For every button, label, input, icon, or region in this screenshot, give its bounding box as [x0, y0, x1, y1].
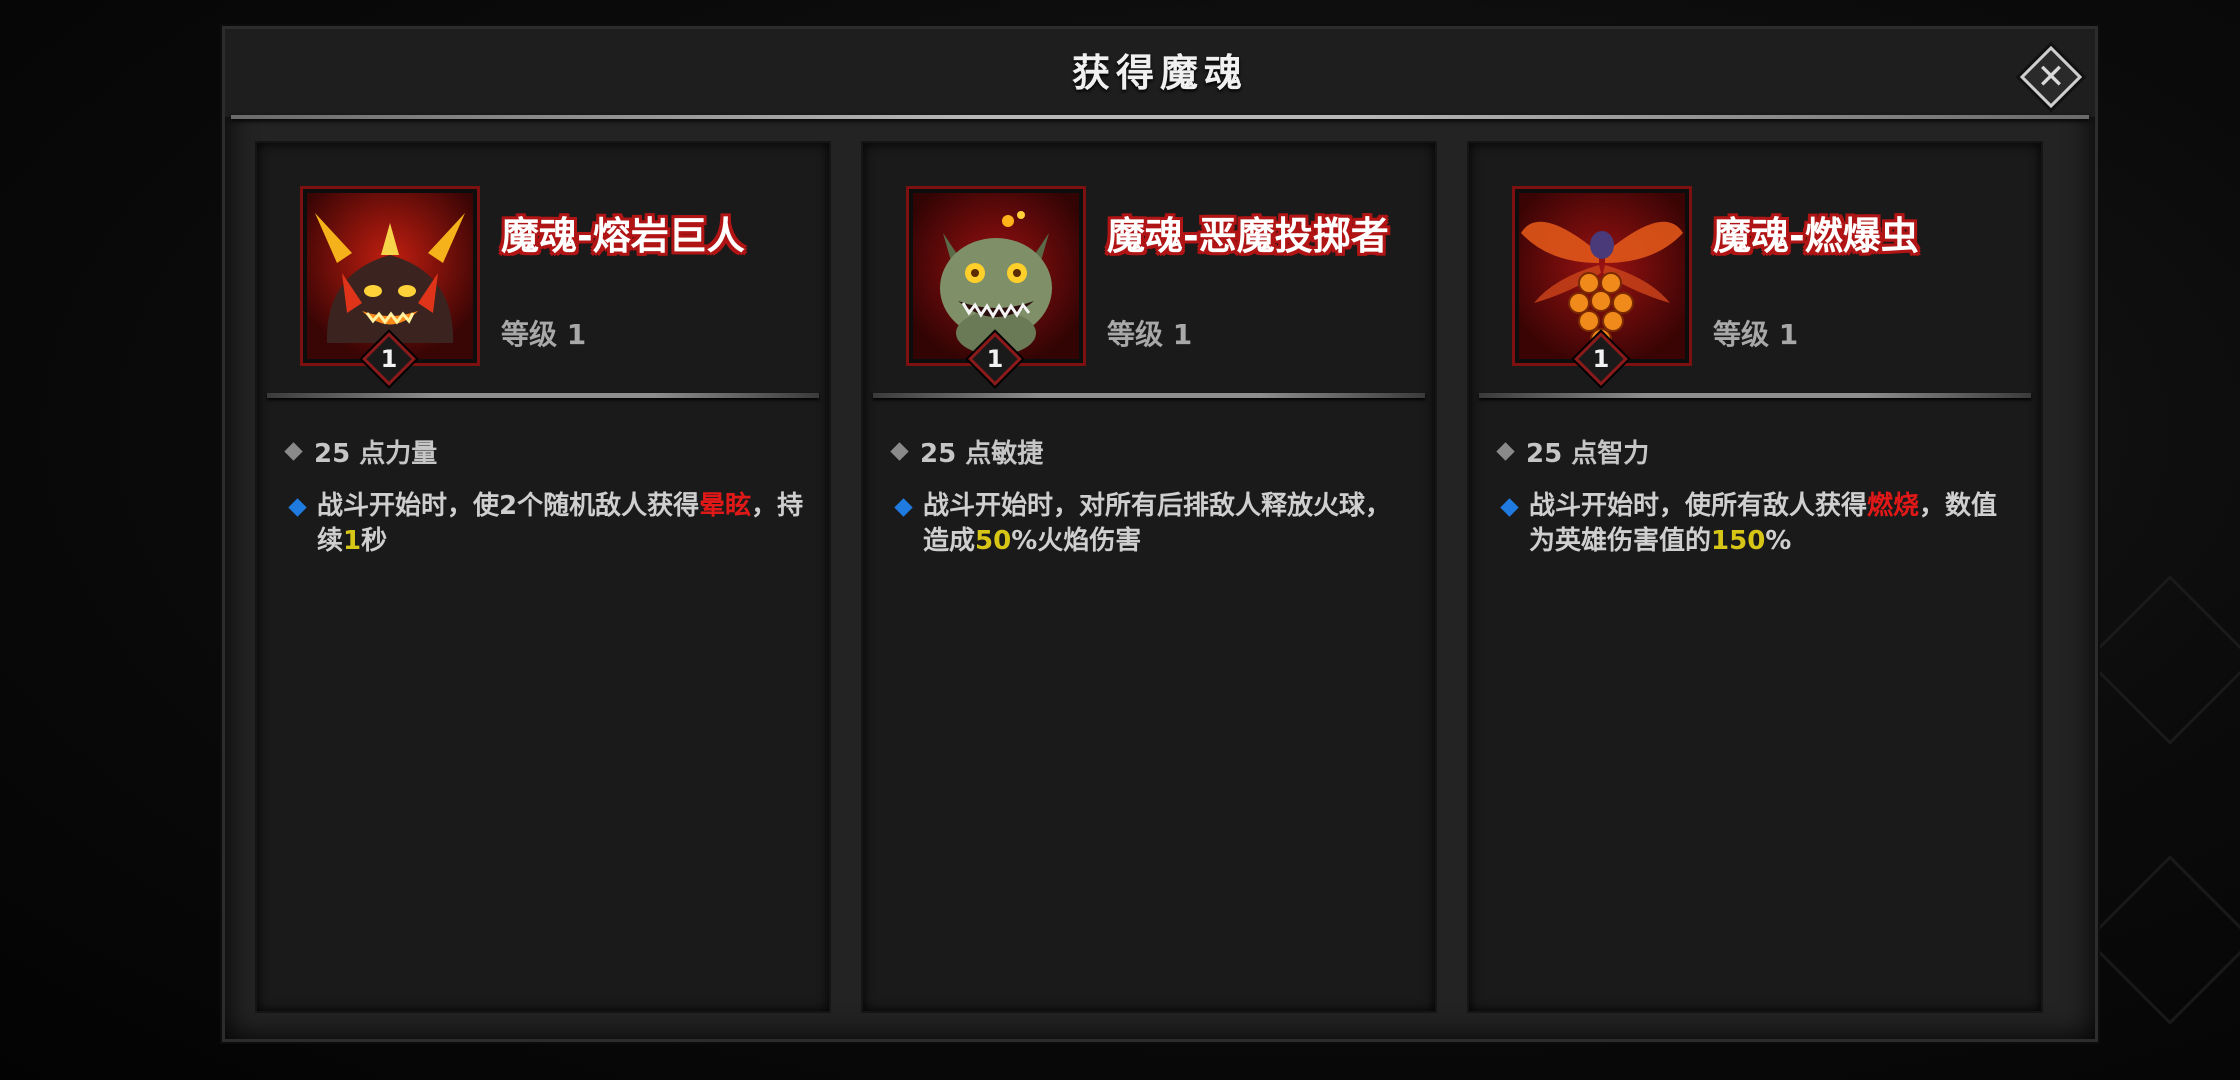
- effect-text-part: %火焰伤害: [1011, 526, 1142, 556]
- soul-name: 魔魂-熔岩巨人: [501, 214, 745, 258]
- effect-keyword-stun: 晕眩: [699, 491, 752, 521]
- stat-bullet-icon: [284, 442, 303, 461]
- close-button[interactable]: ✕: [2016, 42, 2086, 112]
- soul-level: 等级 1: [501, 318, 587, 351]
- level-badge: 1: [361, 331, 417, 387]
- stat-line: 25 点敏捷: [890, 433, 1044, 470]
- level-badge: 1: [967, 331, 1023, 387]
- effect-text: 战斗开始时，对所有后排敌人释放火球，造成50%火焰伤害: [893, 489, 1413, 559]
- soul-name: 魔魂-燃爆虫: [1713, 214, 1919, 258]
- effect-keyword-burn: 燃烧: [1867, 491, 1920, 521]
- effect-text: 战斗开始时，使所有敌人获得燃烧，数值为英雄伤害值的150%: [1499, 489, 2019, 559]
- card-divider: [267, 393, 819, 398]
- dialog-title: 获得魔魂: [1071, 51, 1248, 95]
- card-divider: [1479, 393, 2031, 398]
- effect-value: 1: [343, 526, 362, 556]
- soul-card[interactable]: 1 魔魂-燃爆虫 等级 1 25 点智力 战斗开始时，使所有敌人获得燃烧，数值为…: [1467, 141, 2043, 1013]
- effect-text-part: %: [1765, 526, 1792, 556]
- stat-line: 25 点智力: [1496, 433, 1650, 470]
- effect-value: 50: [975, 526, 1012, 556]
- level-badge: 1: [1573, 331, 1629, 387]
- card-divider: [873, 393, 1425, 398]
- level-badge-number: 1: [986, 345, 1004, 373]
- effect-text-part: 战斗开始时，使2个随机敌人获得: [317, 491, 700, 521]
- soul-level: 等级 1: [1107, 318, 1193, 351]
- soul-card[interactable]: 1 魔魂-恶魔投掷者 等级 1 25 点敏捷 战斗开始时，对所有后排敌人释放火球…: [861, 141, 1437, 1013]
- effect-bullet-icon: [894, 498, 913, 517]
- soul-reward-dialog: 获得魔魂 ✕ 1 魔魂-熔岩巨人 等级 1 25 点力量 战斗开始时，使2个随机…: [222, 26, 2098, 1042]
- soul-card[interactable]: 1 魔魂-熔岩巨人 等级 1 25 点力量 战斗开始时，使2个随机敌人获得晕眩，…: [255, 141, 831, 1013]
- soul-name: 魔魂-恶魔投掷者: [1107, 214, 1389, 258]
- level-badge-number: 1: [380, 345, 398, 373]
- effect-text-part: 秒: [361, 526, 388, 556]
- soul-cards: 1 魔魂-熔岩巨人 等级 1 25 点力量 战斗开始时，使2个随机敌人获得晕眩，…: [255, 141, 2071, 1013]
- soul-level: 等级 1: [1713, 318, 1799, 351]
- stat-text: 25 点力量: [314, 439, 438, 469]
- stat-line: 25 点力量: [284, 433, 438, 470]
- close-icon: ✕: [2036, 57, 2066, 97]
- effect-bullet-icon: [1500, 498, 1519, 517]
- stat-bullet-icon: [1496, 442, 1515, 461]
- stat-text: 25 点敏捷: [920, 439, 1044, 469]
- effect-text-part: 战斗开始时，使所有敌人获得: [1529, 491, 1868, 521]
- level-badge-number: 1: [1592, 345, 1610, 373]
- effect-bullet-icon: [288, 498, 307, 517]
- effect-value: 150: [1711, 526, 1766, 556]
- header-divider: [231, 115, 2089, 119]
- stat-bullet-icon: [890, 442, 909, 461]
- stat-text: 25 点智力: [1526, 439, 1650, 469]
- effect-text: 战斗开始时，使2个随机敌人获得晕眩，持续1秒: [287, 489, 807, 559]
